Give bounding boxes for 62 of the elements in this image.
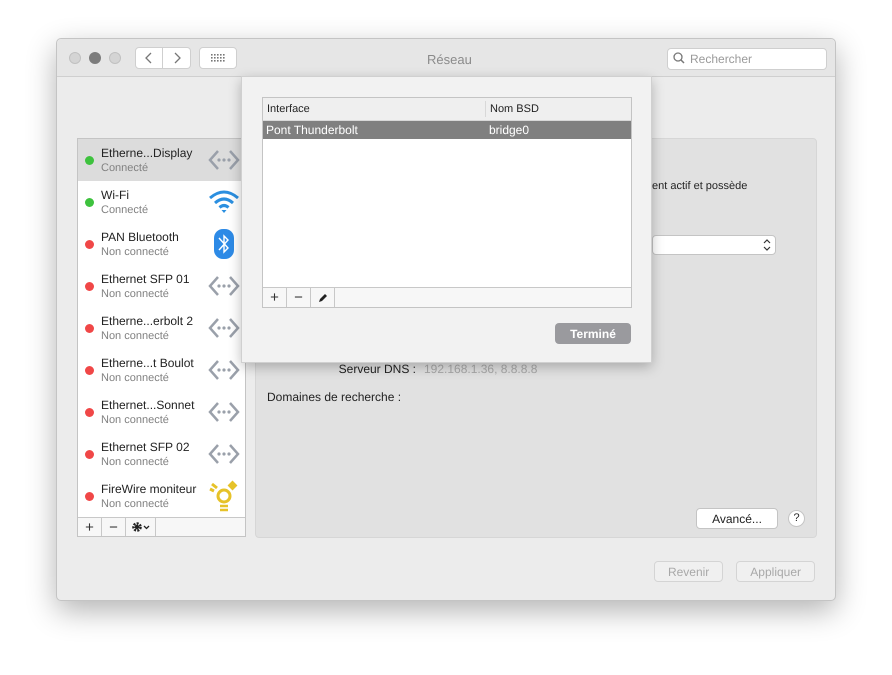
minimize-button[interactable] [89,52,101,64]
service-status: Non connecté [101,496,170,510]
show-all-button[interactable] [199,46,237,68]
search-field[interactable]: Rechercher [667,48,827,70]
column-header[interactable]: Interface [263,100,486,118]
service-item[interactable]: Ethernet SFP 02 Non connecté [78,433,245,475]
table-row[interactable]: Pont Thunderbolt bridge0 [263,121,631,139]
service-name: Etherne...Display [101,146,194,160]
search-icon [673,52,685,64]
network-arrows-icon [208,401,240,423]
table-cell-text: bridge0 [488,122,530,139]
network-arrows-icon [208,359,240,381]
service-name: Etherne...t Boulot [101,356,195,370]
chevron-right-icon [172,52,180,64]
status-description: ent actif et possède [652,179,748,194]
service-name: Ethernet SFP 01 [101,272,190,286]
service-name: Etherne...erbolt 2 [101,314,194,328]
pencil-icon [318,292,328,302]
help-button[interactable]: ? [788,510,805,527]
service-name: PAN Bluetooth [101,230,180,244]
up-down-chevron-icon [763,239,771,251]
service-status: Non connecté [101,244,170,258]
firewire-icon [209,480,239,512]
window-title: Réseau [427,51,472,69]
network-arrows-icon [208,275,240,297]
dns-label: Serveur DNS : [338,361,416,378]
service-status: Non connecté [101,286,170,300]
gear-icon [130,521,150,533]
service-item[interactable]: Wi-Fi Connecté [78,181,245,223]
service-status: Connecté [101,160,150,174]
remove-button[interactable]: − [287,288,311,307]
grid-icon [211,54,225,62]
back-button[interactable] [135,46,163,68]
service-name: Ethernet...Sonnet [101,398,196,412]
service-status: Non connecté [101,370,170,384]
search-domains-label: Domaines de recherche : [267,389,402,406]
service-name: Ethernet SFP 02 [101,440,190,454]
service-status: Connecté [101,202,150,216]
wifi-icon [208,190,240,214]
chevron-left-icon [145,52,153,64]
network-arrows-icon [208,317,240,339]
service-status: Non connecté [101,454,170,468]
column-header[interactable]: Nom BSD [486,100,631,118]
service-item[interactable]: Ethernet SFP 01 Non connecté [78,265,245,307]
network-arrows-icon [208,443,240,465]
network-arrows-icon [208,149,240,171]
add-button[interactable]: + [78,518,102,536]
bluetooth-icon [213,228,235,260]
service-item[interactable]: Etherne...erbolt 2 Non connecté [78,307,245,349]
service-name: Wi-Fi [101,188,130,202]
table-cell-text: Pont Thunderbolt [265,122,359,139]
service-item[interactable]: FireWire moniteur Non connecté [78,475,245,517]
remove-button[interactable]: − [102,518,126,536]
add-button[interactable]: + [263,288,287,307]
service-item[interactable]: PAN Bluetooth Non connecté [78,223,245,265]
service-status: Non connecté [101,328,170,342]
forward-button[interactable] [163,46,191,68]
service-item[interactable]: Ethernet...Sonnet Non connecté [78,391,245,433]
service-name: FireWire moniteur [101,482,198,496]
advanced-button[interactable]: Avancé... [696,508,778,529]
service-status: Non connecté [101,412,170,426]
service-item[interactable]: Etherne...t Boulot Non connecté [78,349,245,391]
